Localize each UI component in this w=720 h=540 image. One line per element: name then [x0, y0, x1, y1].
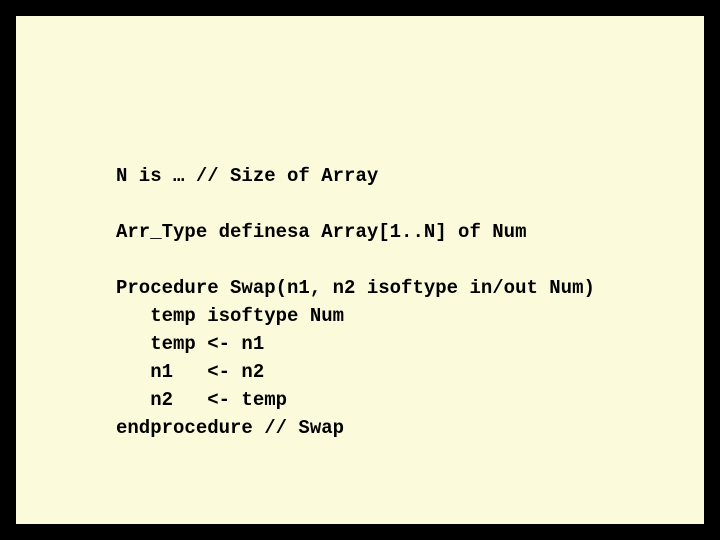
code-line: N is … // Size of Array — [116, 165, 378, 187]
code-line: Arr_Type definesa Array[1..N] of Num — [116, 221, 526, 243]
code-line: n1 <- n2 — [116, 361, 264, 383]
slide-frame: N is … // Size of Array Arr_Type defines… — [12, 12, 708, 528]
code-line: temp isoftype Num — [116, 305, 344, 327]
code-line: Procedure Swap(n1, n2 isoftype in/out Nu… — [116, 277, 595, 299]
code-line: temp <- n1 — [116, 333, 264, 355]
code-line: n2 <- temp — [116, 389, 287, 411]
code-line: endprocedure // Swap — [116, 417, 344, 439]
pseudocode-block: N is … // Size of Array Arr_Type defines… — [116, 134, 595, 470]
